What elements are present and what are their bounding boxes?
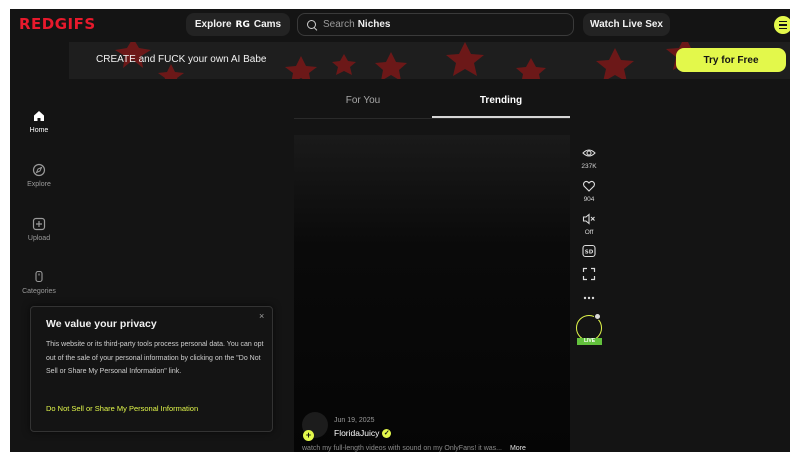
like-button[interactable]: 904 <box>578 179 600 203</box>
sidebar-item-label: Home <box>29 127 49 134</box>
search-input[interactable]: Search Niches <box>297 13 574 36</box>
watch-live-sex-button[interactable]: Watch Live Sex <box>583 13 670 36</box>
rg-mark: RG <box>235 19 250 30</box>
svg-text:SD: SD <box>585 249 594 255</box>
search-suggestion: Niches <box>357 19 391 30</box>
close-icon[interactable]: × <box>259 311 264 321</box>
fullscreen-button[interactable] <box>578 267 600 284</box>
top-navigation: REDGIFS Explore RG Cams Search Niches Wa… <box>10 9 790 42</box>
search-icon <box>307 19 317 30</box>
privacy-title: We value your privacy <box>46 318 157 330</box>
quality-icon: SD <box>582 244 596 258</box>
categories-icon <box>35 270 43 283</box>
explore-cams-suffix: Cams <box>253 19 282 30</box>
privacy-body: This website or its third-party tools pr… <box>46 341 264 375</box>
active-tab-indicator <box>432 116 570 118</box>
more-options-button[interactable] <box>578 291 600 308</box>
sidebar-item-explore[interactable]: Explore <box>10 163 68 188</box>
sidebar-item-label: Categories <box>22 288 56 295</box>
likes-count: 904 <box>583 196 595 203</box>
sidebar-item-upload[interactable]: Upload <box>10 217 68 242</box>
sound-toggle[interactable]: Off <box>578 212 600 236</box>
video-player[interactable]: + Jun 19, 2025 FloridaJuicy ✓ watch my f… <box>294 135 570 452</box>
live-status-dot <box>594 313 601 320</box>
app-window: REDGIFS Explore RG Cams Search Niches Wa… <box>10 9 790 452</box>
sidebar-item-categories[interactable]: Categories <box>10 270 68 295</box>
tab-divider <box>294 118 570 119</box>
mute-icon <box>582 213 595 225</box>
caption-text: watch my full-length videos with sound o… <box>302 445 502 452</box>
explore-cams-label: Explore <box>194 19 232 30</box>
ellipsis-icon <box>583 296 595 300</box>
home-icon <box>34 111 44 121</box>
upload-icon <box>32 217 46 231</box>
live-badge: LIVE <box>577 338 602 345</box>
do-not-sell-link[interactable]: Do Not Sell or Share My Personal Informa… <box>46 404 198 413</box>
search-placeholder: Search <box>323 19 355 30</box>
sound-state: Off <box>584 229 594 236</box>
post-caption: watch my full-length videos with sound o… <box>302 445 526 452</box>
tab-trending[interactable]: Trending <box>432 95 570 106</box>
fullscreen-icon <box>582 267 596 281</box>
sidebar-item-home[interactable]: Home <box>10 109 68 134</box>
post-date: Jun 19, 2025 <box>334 417 375 424</box>
username-text: FloridaJuicy <box>334 428 380 438</box>
sidebar-item-label: Upload <box>27 235 51 242</box>
try-for-free-button[interactable]: Try for Free <box>676 48 786 72</box>
hamburger-icon[interactable] <box>774 16 790 34</box>
banner-text: CREATE and FUCK your own AI Babe <box>96 54 267 65</box>
follow-plus-icon[interactable]: + <box>303 430 314 441</box>
post-username[interactable]: FloridaJuicy ✓ <box>334 428 392 438</box>
redgifs-logo[interactable]: REDGIFS <box>19 15 96 33</box>
quality-toggle[interactable]: SD <box>578 244 600 261</box>
verified-icon: ✓ <box>382 428 392 438</box>
views-counter: 237K <box>578 146 600 170</box>
promo-banner[interactable]: CREATE and FUCK your own AI Babe Try for… <box>69 42 790 79</box>
eye-icon <box>582 149 596 157</box>
sidebar-item-label: Explore <box>27 181 51 188</box>
compass-icon <box>32 163 46 177</box>
heart-icon <box>582 180 596 192</box>
tab-for-you[interactable]: For You <box>294 95 432 106</box>
more-link[interactable]: More <box>510 445 526 452</box>
explore-cams-button[interactable]: Explore RG Cams <box>186 13 290 36</box>
views-count: 237K <box>581 163 597 170</box>
privacy-dialog: We value your privacy × This website or … <box>30 306 273 432</box>
